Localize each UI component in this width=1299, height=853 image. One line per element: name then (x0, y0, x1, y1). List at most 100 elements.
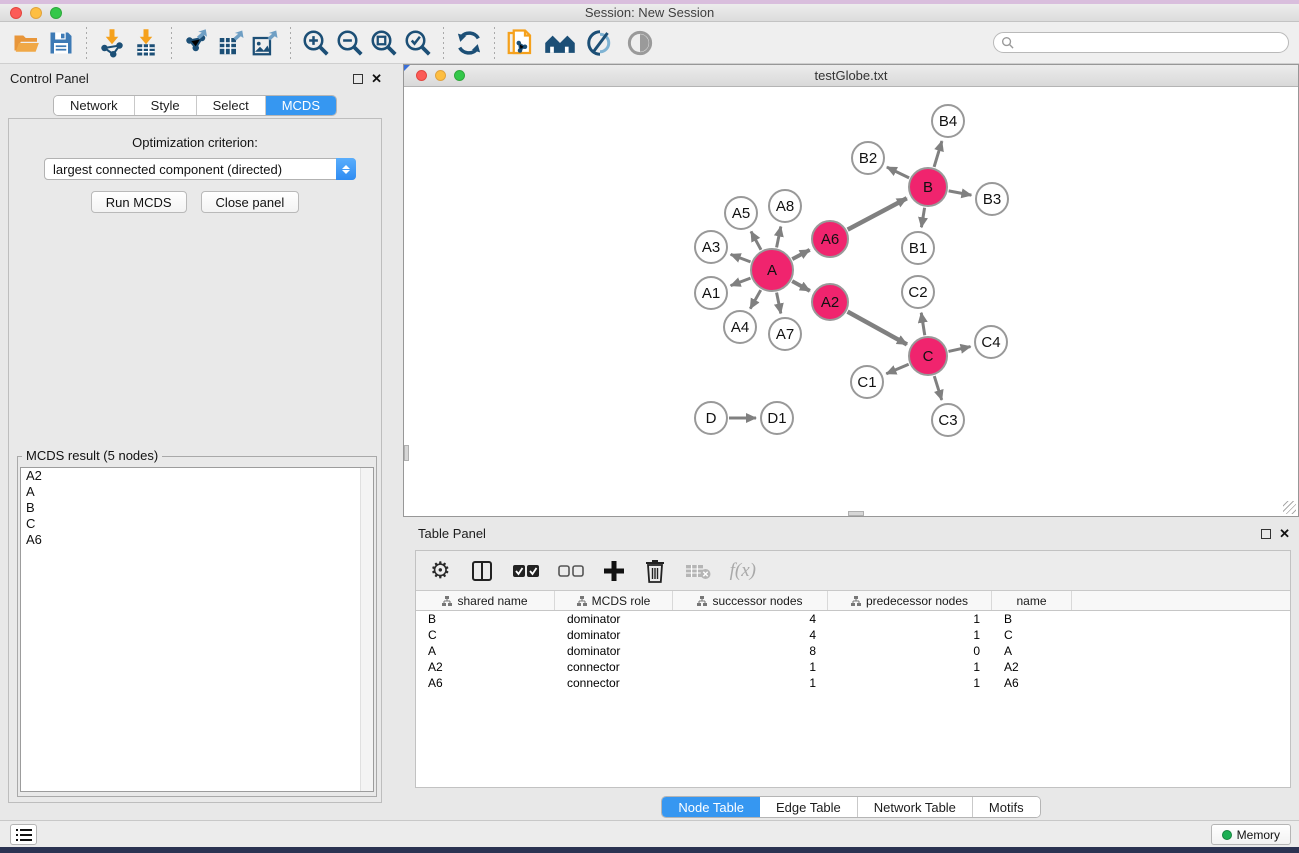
network-node[interactable]: B3 (976, 183, 1008, 215)
network-node[interactable]: B (909, 168, 947, 206)
table-cell[interactable]: A6 (992, 676, 1072, 690)
network-edge[interactable] (949, 191, 972, 195)
table-cell[interactable]: 1 (673, 676, 828, 690)
tab-network-table[interactable]: Network Table (858, 797, 973, 817)
table-cell[interactable]: B (416, 612, 555, 626)
network-node[interactable]: A3 (695, 231, 727, 263)
tab-motifs[interactable]: Motifs (973, 797, 1040, 817)
network-edge[interactable] (934, 141, 942, 167)
network-node[interactable]: A8 (769, 190, 801, 222)
table-cell[interactable]: 4 (673, 612, 828, 626)
network-node[interactable]: D (695, 402, 727, 434)
network-canvas[interactable]: AA1A2A3A4A5A6A7A8BB1B2B3B4CC1C2C3C4DD1 (404, 87, 1298, 516)
mcds-result-item[interactable]: B (21, 500, 373, 516)
float-table-panel-icon[interactable] (1261, 529, 1271, 539)
zoom-fit-button[interactable] (367, 26, 401, 60)
table-cell[interactable]: A2 (992, 660, 1072, 674)
network-edge[interactable] (751, 231, 761, 249)
network-edge[interactable] (792, 250, 809, 259)
mcds-result-item[interactable]: A (21, 484, 373, 500)
zoom-out-button[interactable] (333, 26, 367, 60)
tab-node-table[interactable]: Node Table (662, 797, 760, 817)
neighborhood-button[interactable] (543, 26, 577, 60)
mcds-result-item[interactable]: A2 (21, 468, 373, 484)
network-node[interactable]: B4 (932, 105, 964, 137)
table-row[interactable]: Bdominator41B (416, 611, 1290, 627)
import-table-button[interactable] (129, 26, 163, 60)
network-node[interactable]: D1 (761, 402, 793, 434)
table-cell[interactable]: 1 (828, 660, 992, 674)
window-resize-grip[interactable] (1283, 501, 1296, 514)
network-node[interactable]: A2 (812, 284, 848, 320)
table-row[interactable]: Cdominator41C (416, 627, 1290, 643)
network-edge[interactable] (777, 227, 781, 248)
search-input[interactable] (993, 32, 1289, 53)
table-cell[interactable]: 1 (828, 612, 992, 626)
apply-layout-button[interactable] (452, 26, 486, 60)
network-node[interactable]: A1 (695, 277, 727, 309)
table-cell[interactable]: A2 (416, 660, 555, 674)
table-cell[interactable]: B (992, 612, 1072, 626)
table-row[interactable]: A6connector11A6 (416, 675, 1290, 691)
tab-edge-table[interactable]: Edge Table (760, 797, 858, 817)
network-edge[interactable] (921, 208, 924, 228)
network-node[interactable]: A (751, 249, 793, 291)
table-row[interactable]: Adominator80A (416, 643, 1290, 659)
birds-eye-view-button[interactable] (623, 26, 657, 60)
column-panel-button[interactable] (470, 556, 494, 586)
network-node[interactable]: C2 (902, 276, 934, 308)
mcds-result-list[interactable]: A2ABCA6 (20, 467, 374, 792)
network-edge[interactable] (792, 281, 810, 291)
import-network-button[interactable] (95, 26, 129, 60)
view-splitter-handle-left[interactable] (404, 445, 409, 461)
close-panel-icon[interactable]: ✕ (371, 74, 382, 84)
tab-network[interactable]: Network (54, 96, 135, 115)
network-edge[interactable] (731, 278, 751, 285)
column-header[interactable]: MCDS role (555, 591, 673, 610)
table-cell[interactable]: dominator (555, 644, 673, 658)
hide-graphics-details-button[interactable] (583, 26, 617, 60)
network-edge[interactable] (848, 198, 907, 229)
mcds-result-item[interactable]: A6 (21, 532, 373, 548)
delete-column-button[interactable] (644, 556, 666, 586)
table-cell[interactable]: C (416, 628, 555, 642)
tab-style[interactable]: Style (135, 96, 197, 115)
network-node[interactable]: A6 (812, 221, 848, 257)
delete-table-button[interactable] (685, 556, 711, 586)
table-cell[interactable]: dominator (555, 612, 673, 626)
add-column-button[interactable] (603, 556, 625, 586)
table-cell[interactable]: 1 (828, 628, 992, 642)
scrollbar-track[interactable] (360, 468, 373, 791)
table-cell[interactable]: C (992, 628, 1072, 642)
table-cell[interactable]: connector (555, 660, 673, 674)
open-session-button[interactable] (10, 26, 44, 60)
column-header[interactable]: successor nodes (673, 591, 828, 610)
column-header[interactable]: predecessor nodes (828, 591, 992, 610)
network-edge[interactable] (750, 290, 760, 309)
close-panel-button[interactable]: Close panel (201, 191, 300, 213)
deselect-all-columns-button[interactable] (558, 556, 584, 586)
table-row[interactable]: A2connector11A2 (416, 659, 1290, 675)
table-cell[interactable]: dominator (555, 628, 673, 642)
export-network-button[interactable] (180, 26, 214, 60)
export-table-button[interactable] (214, 26, 248, 60)
new-network-from-selection-button[interactable] (503, 26, 537, 60)
network-edge[interactable] (948, 347, 970, 352)
zoom-selected-button[interactable] (401, 26, 435, 60)
table-cell[interactable]: A (992, 644, 1072, 658)
tab-mcds[interactable]: MCDS (266, 96, 336, 115)
network-node[interactable]: A5 (725, 197, 757, 229)
select-all-columns-button[interactable] (513, 556, 539, 586)
table-cell[interactable]: A6 (416, 676, 555, 690)
table-cell[interactable]: A (416, 644, 555, 658)
network-edge[interactable] (731, 254, 751, 261)
network-node[interactable]: C (909, 337, 947, 375)
table-cell[interactable]: 1 (828, 676, 992, 690)
table-cell[interactable]: 0 (828, 644, 992, 658)
table-cell[interactable]: connector (555, 676, 673, 690)
view-splitter-handle-bottom[interactable] (848, 511, 864, 516)
close-table-panel-icon[interactable]: ✕ (1279, 529, 1290, 539)
network-node[interactable]: B2 (852, 142, 884, 174)
table-cell[interactable]: 4 (673, 628, 828, 642)
network-edge[interactable] (934, 376, 941, 400)
